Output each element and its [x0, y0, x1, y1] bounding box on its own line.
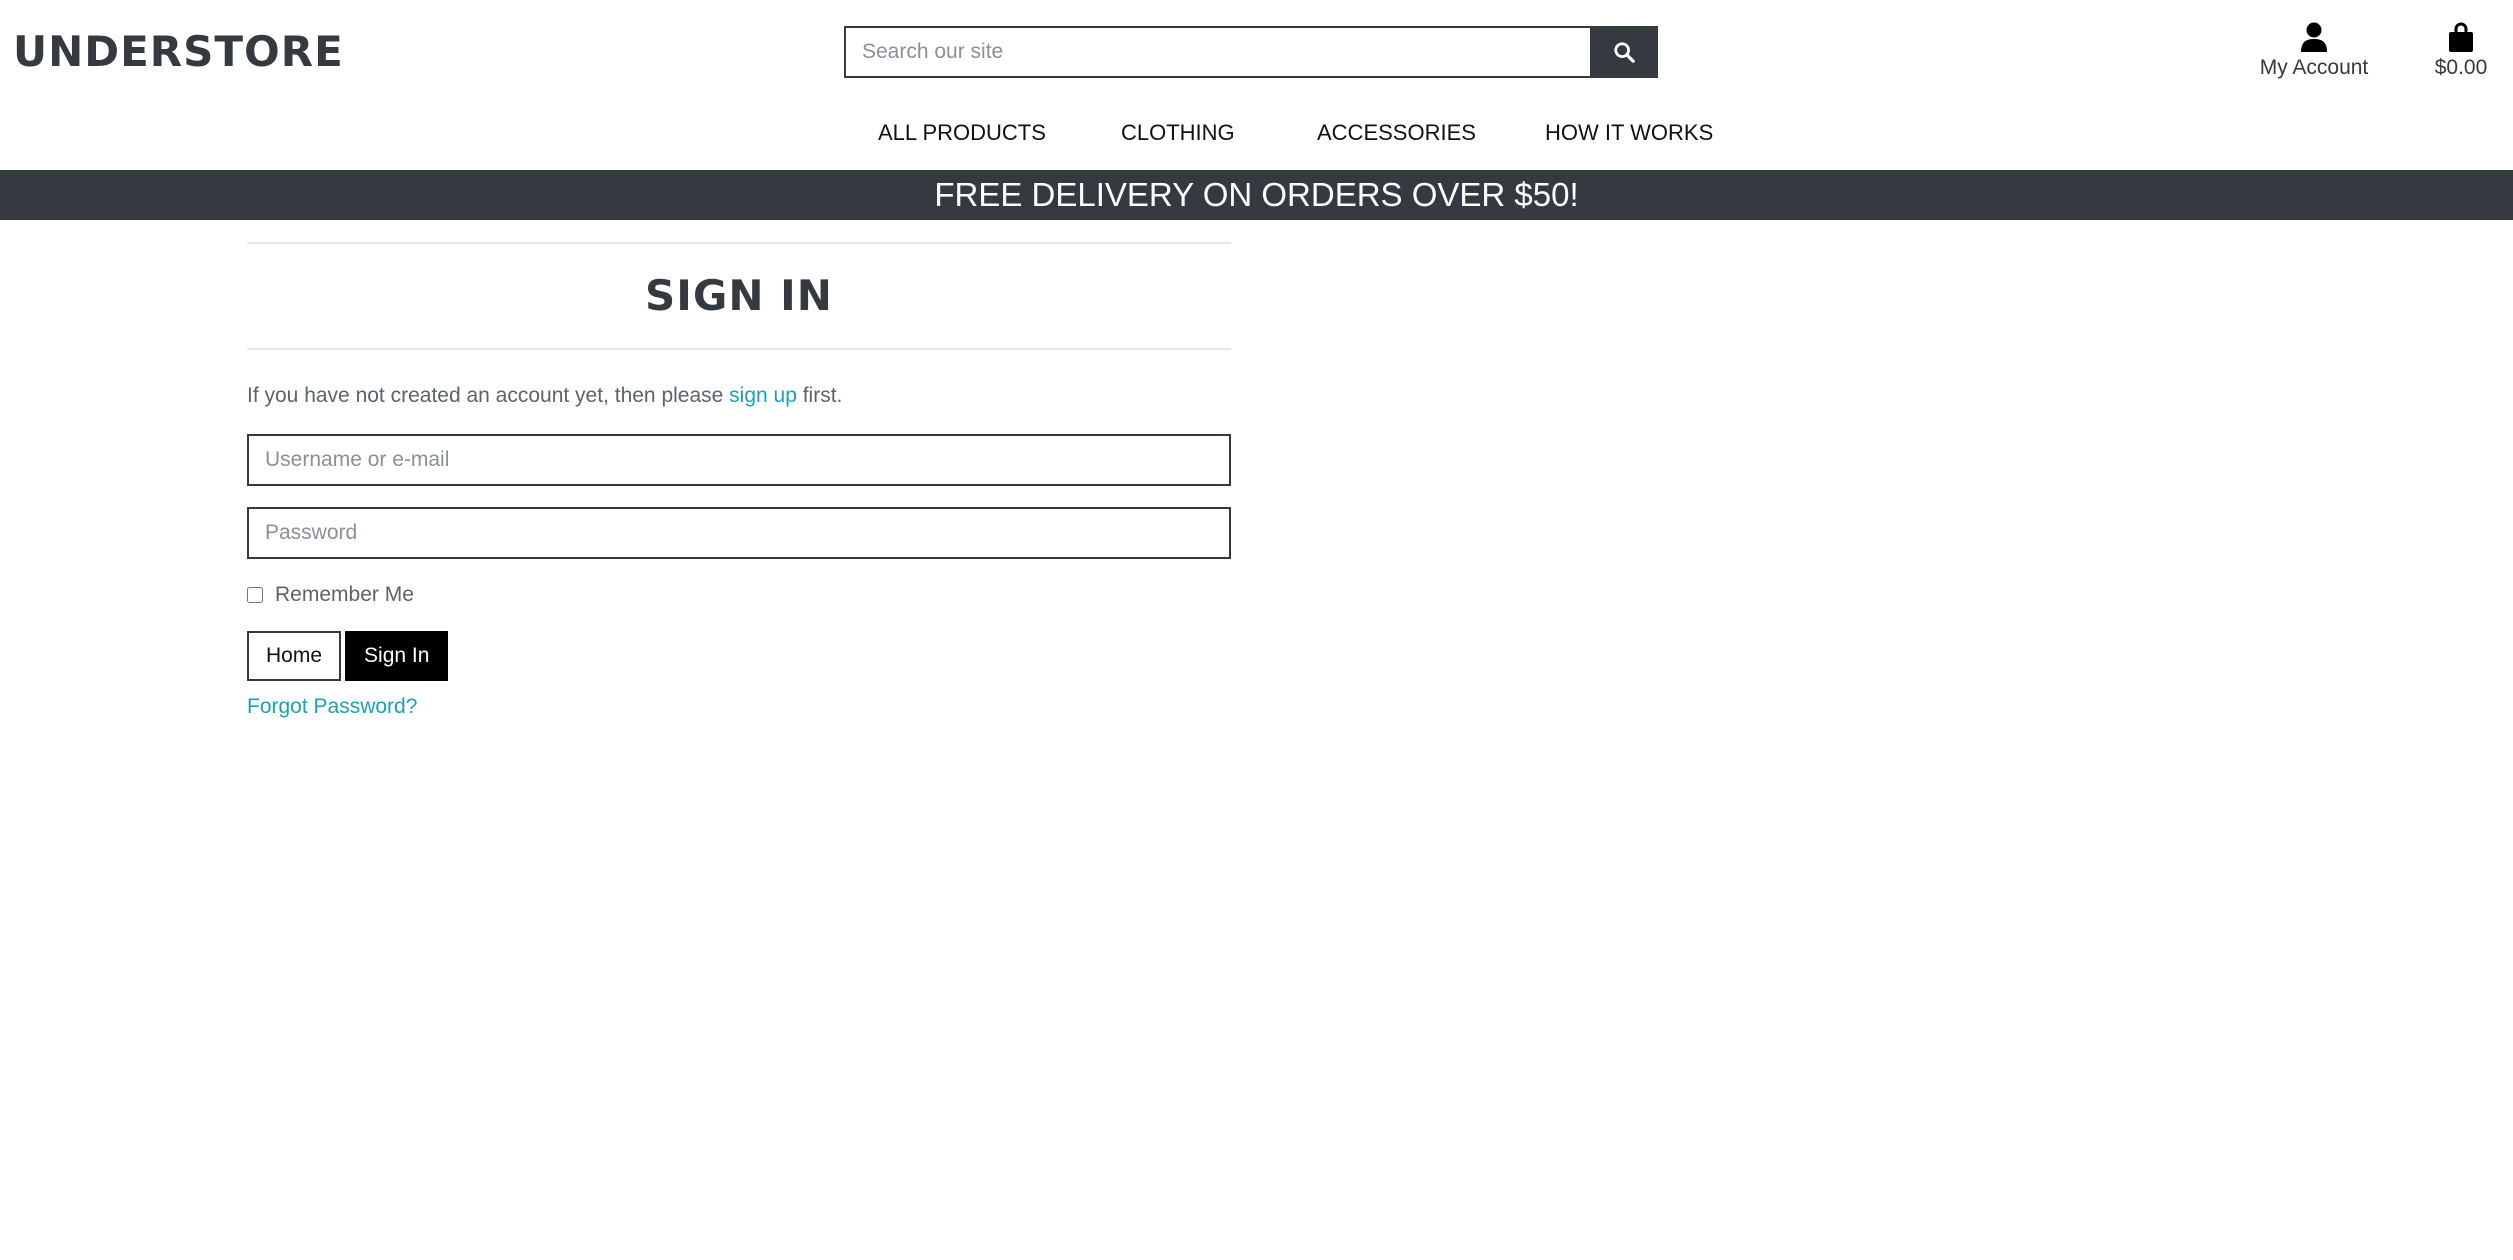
- intro-text-end: first.: [796, 384, 843, 407]
- my-account-link[interactable]: My Account: [2248, 18, 2380, 80]
- shopping-bag-icon: [2449, 22, 2473, 52]
- forgot-password-link[interactable]: Forgot Password?: [247, 695, 417, 719]
- remember-me-label: Remember Me: [275, 583, 414, 606]
- signup-link[interactable]: sign up: [729, 384, 797, 407]
- page-title: SIGN IN: [645, 271, 833, 320]
- main-nav: ALL PRODUCTS CLOTHING ACCESSORIES HOW IT…: [0, 116, 2513, 150]
- nav-accessories[interactable]: ACCESSORIES: [1317, 120, 1476, 146]
- search-form: [844, 26, 1658, 78]
- cart-total: $0.00: [2434, 56, 2488, 79]
- remember-me[interactable]: Remember Me: [247, 583, 1231, 607]
- signup-prompt: If you have not created an account yet, …: [247, 384, 1231, 408]
- home-button[interactable]: Home: [247, 631, 342, 681]
- signin-panel: SIGN IN If you have not created an accou…: [247, 242, 1231, 719]
- search-icon: [1614, 42, 1635, 63]
- intro-text: If you have not created an account yet, …: [247, 384, 730, 407]
- remember-me-checkbox[interactable]: [247, 587, 263, 603]
- user-icon: [2301, 22, 2327, 52]
- search-button[interactable]: [1590, 26, 1658, 78]
- site-logo[interactable]: UNDERSTORE: [13, 26, 344, 78]
- username-field[interactable]: [247, 434, 1231, 486]
- form-actions: Home Sign In: [247, 631, 1231, 681]
- cart-link[interactable]: $0.00: [2424, 18, 2498, 80]
- nav-how-it-works[interactable]: HOW IT WORKS: [1545, 120, 1713, 146]
- signin-button[interactable]: Sign In: [345, 631, 449, 681]
- search-input[interactable]: [844, 26, 1590, 78]
- nav-clothing[interactable]: CLOTHING: [1121, 120, 1235, 146]
- my-account-label: My Account: [2259, 56, 2369, 79]
- nav-all-products[interactable]: ALL PRODUCTS: [878, 120, 1046, 146]
- password-field[interactable]: [247, 507, 1231, 559]
- delivery-banner: FREE DELIVERY ON ORDERS OVER $50!: [0, 170, 2513, 220]
- divider: [247, 348, 1231, 350]
